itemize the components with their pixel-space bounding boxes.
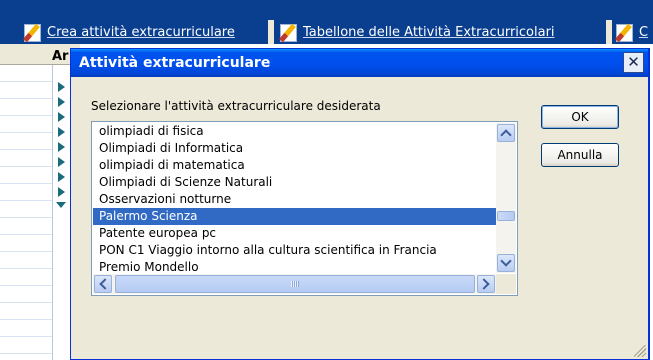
dialog-title: Attività extracurriculare [79,55,271,71]
row-arrow-icon[interactable] [58,157,65,167]
row-arrow-icon[interactable] [58,187,65,197]
list-item[interactable]: Patente europea pc [93,225,496,242]
list-item[interactable]: Osservazioni notturne [93,191,496,208]
row-indicators [55,82,69,208]
row-arrow-icon[interactable] [58,142,65,152]
edit-document-icon [278,22,300,42]
list-item[interactable]: Premio Mondello [93,259,496,273]
row-arrow-icon[interactable] [58,82,65,92]
row-arrow-icon[interactable] [58,172,65,182]
ok-button[interactable]: OK [541,105,619,129]
close-icon: ✕ [627,53,640,71]
dialog-titlebar[interactable]: Attività extracurriculare ✕ [71,49,648,77]
vertical-scrollbar[interactable] [496,123,516,273]
tab-label: Crea attività extracurriculare [47,24,235,40]
row-arrow-icon[interactable] [58,112,65,122]
list-items: olimpiadi di fisica Olimpiadi di Informat… [93,123,496,273]
background-grid: Ar [0,44,80,360]
current-row-arrow-icon[interactable] [56,202,66,208]
cancel-button[interactable]: Annulla [541,143,619,167]
chevron-down-icon [500,255,512,267]
scroll-left-button[interactable] [94,275,112,293]
grid-column-header[interactable]: Ar [52,49,68,64]
list-item[interactable]: Olimpiadi di Scienze Naturali [93,174,496,191]
list-item[interactable]: Olimpiadi di Informatica [93,140,496,157]
grip-icon [291,281,299,287]
row-arrow-icon[interactable] [58,97,65,107]
grid-rows [0,65,53,360]
dialog-prompt: Selezionare l'attività extracurriculare … [91,99,381,113]
activity-dialog: Attività extracurriculare ✕ Selezionare … [70,48,650,360]
scroll-down-button[interactable] [497,254,515,272]
scroll-right-button[interactable] [477,275,495,293]
list-item[interactable]: Palermo Scienza [93,208,496,225]
tab-label: Tabellone delle Attività Extracurricolar… [303,24,555,40]
chevron-left-icon [99,278,111,290]
horizontal-scrollbar[interactable] [93,274,496,294]
scroll-up-button[interactable] [497,124,515,142]
tab-bar: Crea attività extracurriculare Tabellone… [0,0,653,44]
tab-partial[interactable]: C [614,20,648,44]
activity-listbox[interactable]: olimpiadi di fisica Olimpiadi di Informat… [91,121,518,296]
tab-separator [606,20,612,44]
scroll-corner [496,274,516,294]
edit-document-icon [22,22,44,42]
chevron-right-icon [478,278,490,290]
tab-crea-attivita[interactable]: Crea attività extracurriculare [22,20,235,44]
row-arrow-icon[interactable] [58,127,65,137]
close-button[interactable]: ✕ [623,52,644,73]
list-item[interactable]: olimpiadi di matematica [93,157,496,174]
edit-document-icon [614,22,636,42]
chevron-up-icon [500,129,512,141]
list-item[interactable]: olimpiadi di fisica [93,123,496,140]
vertical-scroll-thumb[interactable] [497,211,515,221]
tab-tabellone[interactable]: Tabellone delle Attività Extracurricolar… [278,20,555,44]
tab-label: C [639,24,649,40]
tab-separator [268,20,274,44]
list-item[interactable]: PON C1 Viaggio intorno alla cultura scie… [93,242,496,259]
horizontal-scroll-thumb[interactable] [115,275,475,293]
grid-header: Ar [0,44,80,65]
resize-grip-icon[interactable] [634,345,646,357]
